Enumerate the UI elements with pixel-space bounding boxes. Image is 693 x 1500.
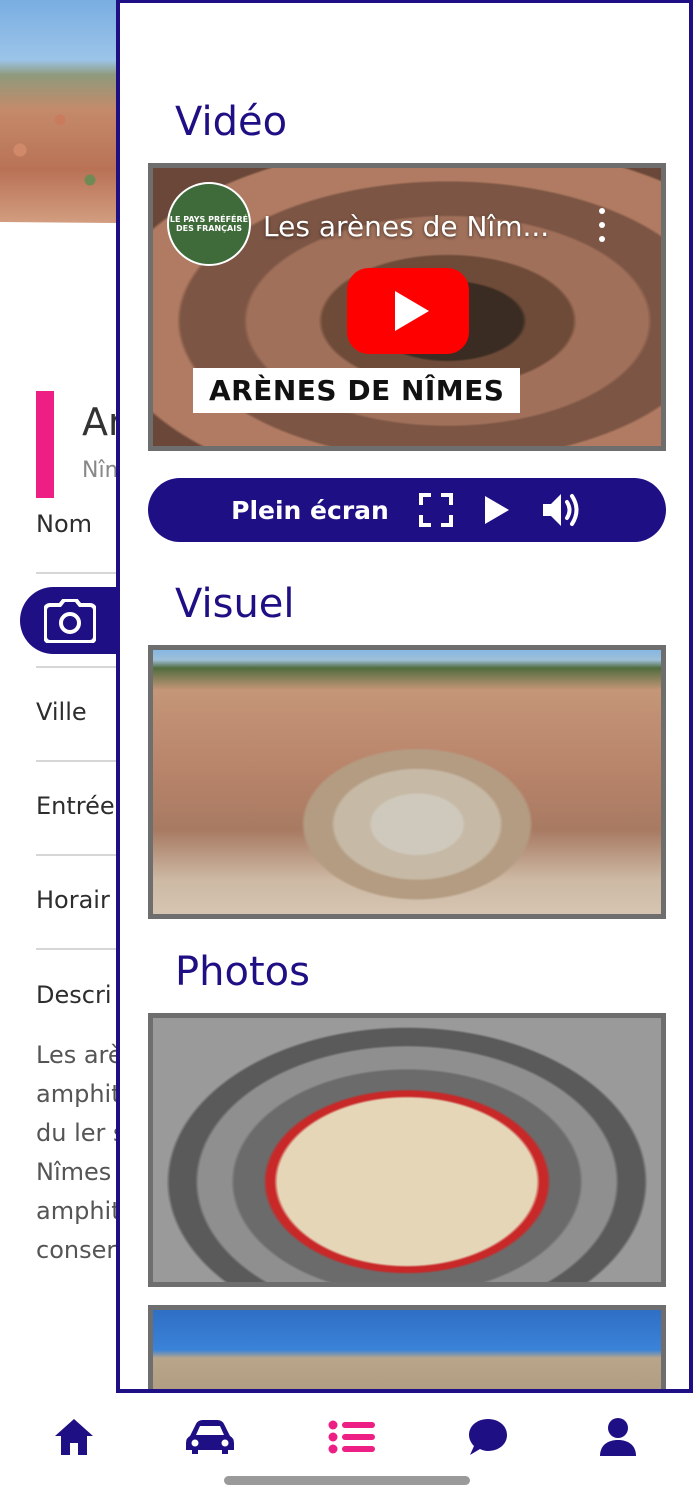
fullscreen-icon[interactable] [418, 493, 453, 527]
channel-logo[interactable]: LE PAYS PRÉFÉRÉ DES FRANÇAIS [167, 182, 251, 266]
chat-icon [469, 1419, 507, 1455]
youtube-play-icon[interactable] [347, 268, 469, 354]
nav-profile[interactable] [592, 1417, 644, 1457]
photo-item[interactable] [148, 1305, 666, 1389]
video-caption: ARÈNES DE NÎMES [193, 368, 521, 413]
user-icon [600, 1418, 636, 1456]
nav-home[interactable] [48, 1417, 100, 1457]
home-icon [55, 1419, 93, 1455]
field-label-horaires: Horair [36, 886, 110, 914]
volume-icon[interactable] [541, 491, 583, 529]
field-label-ville: Ville [36, 698, 87, 726]
description-text: Les arè amphit du ler s Nîmes amphit con… [36, 1041, 126, 1264]
list-icon [328, 1420, 375, 1454]
video-title[interactable]: Les arènes de Nîm... [263, 210, 549, 243]
section-title-visuel: Visuel [175, 581, 295, 627]
channel-logo-text: LE PAYS PRÉFÉRÉ DES FRANÇAIS [169, 215, 249, 233]
section-title-photos: Photos [175, 949, 310, 995]
photo-item[interactable] [148, 1013, 666, 1287]
field-label-nom: Nom [36, 510, 93, 538]
more-options-icon[interactable] [599, 208, 605, 242]
nav-car[interactable] [184, 1417, 236, 1457]
video-player[interactable]: LE PAYS PRÉFÉRÉ DES FRANÇAIS Les arènes … [148, 163, 666, 451]
section-title-video: Vidéo [175, 99, 288, 145]
visuel-image[interactable] [148, 645, 666, 919]
car-icon [186, 1420, 234, 1454]
field-label-description: Descri [36, 981, 112, 1009]
home-indicator[interactable] [224, 1476, 470, 1485]
field-label-entree: Entrée [36, 792, 115, 820]
nav-list[interactable] [326, 1417, 378, 1457]
fullscreen-label[interactable]: Plein écran [231, 496, 389, 525]
title-accent-bar [36, 391, 54, 498]
nav-chat[interactable] [462, 1417, 514, 1457]
video-controls-bar: Plein écran [148, 478, 666, 542]
media-drawer: Vidéo LE PAYS PRÉFÉRÉ DES FRANÇAIS Les a… [116, 0, 693, 1393]
camera-icon [44, 598, 96, 643]
play-icon[interactable] [483, 494, 511, 526]
